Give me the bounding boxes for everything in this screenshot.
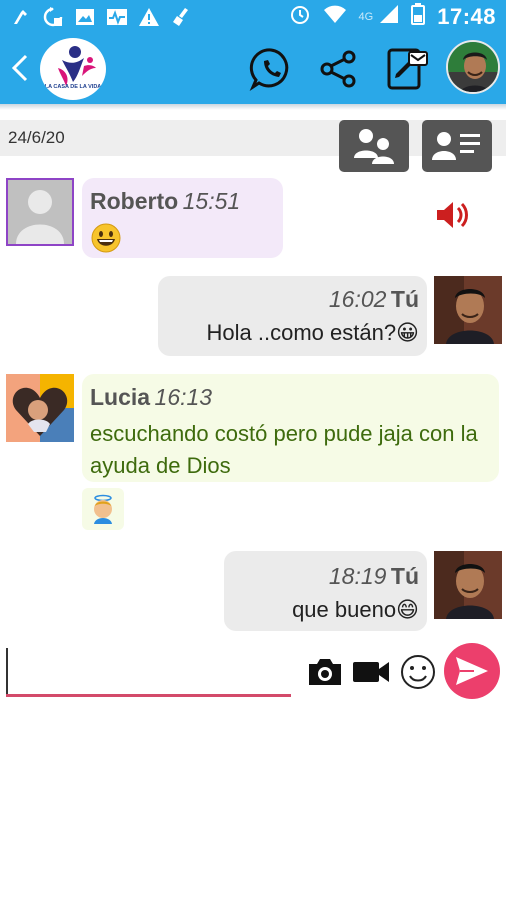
app-bar-shadow (0, 104, 506, 110)
clock: 17:48 (437, 3, 496, 29)
video-button[interactable] (349, 652, 393, 692)
message-time: 15:51 (182, 188, 241, 214)
sender-name: Roberto (90, 188, 179, 214)
message-text (90, 222, 122, 259)
angel-emoji-message[interactable] (82, 488, 124, 530)
signal-icon (379, 4, 399, 29)
default-avatar-icon (6, 178, 74, 246)
contact-card-icon (432, 132, 480, 160)
group-icon (354, 129, 394, 164)
message-text: escuchando costó pero pude jaja con la a… (90, 421, 478, 478)
warning-icon (138, 6, 160, 28)
chevron-left-icon (11, 54, 28, 82)
profile-avatar[interactable] (446, 40, 500, 94)
input-underline (6, 694, 291, 697)
message-time: 16:02 (328, 286, 387, 312)
message-bubble-sent[interactable]: 16:02 Tú Hola ..como están?😀 (158, 276, 427, 356)
battery-icon (411, 3, 426, 30)
wifi-icon (323, 4, 347, 29)
group-members-button[interactable] (339, 120, 409, 172)
camera-button[interactable] (303, 652, 347, 692)
message-bubble-sent[interactable]: 18:19 Tú que bueno😄 (224, 551, 427, 631)
speaker-button[interactable] (434, 198, 474, 232)
roberto-avatar[interactable] (6, 178, 74, 246)
network-type: 4G (358, 10, 374, 23)
broom-icon (170, 6, 192, 28)
message-text: que bueno😄 (292, 597, 419, 622)
emoji-button[interactable] (396, 652, 440, 692)
alarm-icon (289, 3, 311, 30)
notes-button[interactable] (384, 46, 430, 92)
app-logo: LA CASA DE LA VIDA (40, 38, 106, 100)
image-icon (74, 6, 96, 28)
whatsapp-button[interactable] (248, 46, 294, 92)
message-input[interactable] (6, 648, 291, 694)
grinning-emoji-icon (91, 223, 121, 253)
message-composer (6, 648, 291, 698)
send-icon (456, 657, 488, 685)
user-photo-icon (434, 276, 502, 344)
message-bubble-received[interactable]: Roberto 15:51 (82, 178, 283, 258)
share-button[interactable] (316, 46, 362, 92)
message-time: 18:19 (328, 563, 387, 589)
video-icon (353, 662, 389, 682)
sender-name: Tú (390, 286, 419, 312)
pulse-icon (106, 6, 128, 28)
my-avatar[interactable] (434, 276, 502, 344)
lucia-avatar[interactable] (6, 374, 74, 442)
sender-name: Tú (390, 563, 419, 589)
message-time: 16:13 (154, 384, 213, 410)
contact-info-button[interactable] (422, 120, 492, 172)
message-bubble-received[interactable]: Lucia 16:13 escuchando costó pero pude j… (82, 374, 499, 482)
angel-emoji-icon (94, 494, 112, 524)
share-icon (320, 50, 356, 88)
send-button[interactable] (444, 643, 500, 699)
lucia-photo-icon (6, 374, 74, 442)
user-photo-icon (434, 551, 502, 619)
emoji-icon (401, 655, 435, 689)
app-bar: LA CASA DE LA VIDA (0, 34, 506, 104)
notification-icons (10, 6, 192, 28)
cleaner-icon (10, 6, 32, 28)
my-avatar[interactable] (434, 551, 502, 619)
sender-name: Lucia (90, 384, 151, 410)
camera-icon (309, 659, 341, 685)
back-button[interactable] (6, 50, 36, 86)
sync-icon (42, 6, 64, 28)
chat-date: 24/6/20 (8, 128, 65, 147)
system-status: 4G 17:48 (289, 3, 496, 30)
volume-icon (437, 202, 468, 228)
whatsapp-icon (249, 48, 289, 92)
status-bar: 4G 17:48 (0, 0, 506, 34)
logo-text: LA CASA DE LA VIDA (44, 84, 102, 90)
message-text: Hola ..como están?😀 (206, 320, 419, 345)
notes-icon (387, 48, 428, 90)
